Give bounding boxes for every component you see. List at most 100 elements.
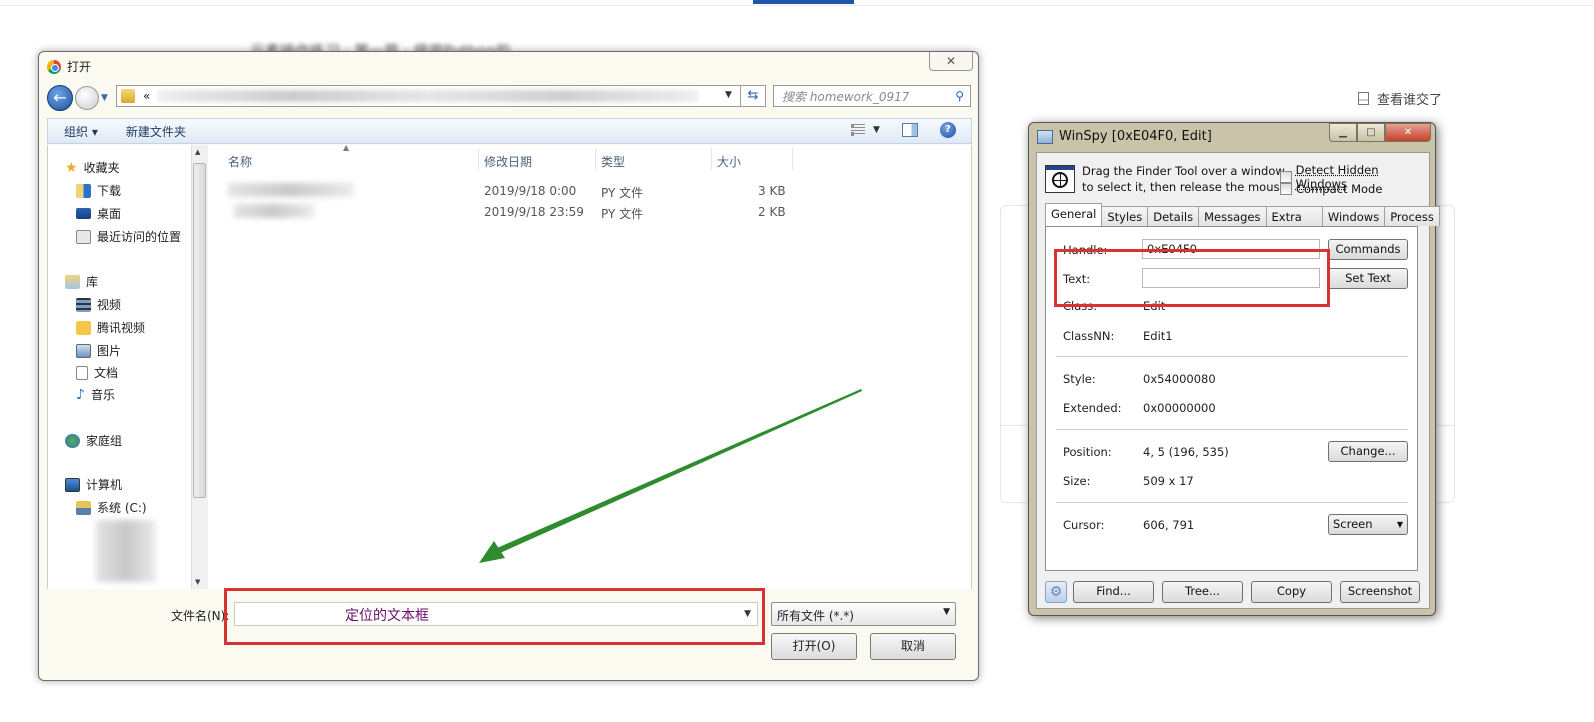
position-label: Position: [1063,445,1112,459]
help-icon[interactable]: ? [939,122,956,138]
tab-extra[interactable]: Extra [1265,206,1323,226]
change-view-button[interactable]: ▼ [851,124,880,136]
breadcrumb-path-blurred [158,90,699,102]
breadcrumb-overflow[interactable]: « [143,89,150,103]
sidebar-item-downloads[interactable]: 下载 [76,182,121,199]
new-folder-button[interactable]: 新建文件夹 [126,123,186,140]
finder-tool[interactable] [1045,165,1075,193]
tab-messages[interactable]: Messages [1198,206,1267,226]
gear-icon[interactable]: ⚙ [1045,581,1067,603]
column-separator[interactable] [792,148,793,170]
winspy-app-icon [1037,129,1053,144]
sidebar-item-desktop[interactable]: 桌面 [76,205,121,222]
search-icon[interactable]: ⚲ [955,89,964,103]
sidebar-item-libraries[interactable]: 库 [65,273,98,290]
recent-places-icon [76,229,91,244]
cursor-mode-value: Screen [1333,517,1373,531]
sidebar-label: 腾讯视频 [97,321,146,335]
winspy-titlebar: WinSpy [0xE04F0, Edit] [1037,129,1212,144]
organize-menu[interactable]: 组织 ▾ [64,123,98,140]
file-row[interactable]: 2019/9/18 0:00 PY 文件 3 KB [220,180,970,201]
tree-button[interactable]: Tree... [1162,581,1243,603]
sort-ascending-icon: ▲ [343,143,350,152]
column-header-size[interactable]: 大小 [717,153,741,170]
scroll-up-icon[interactable]: ▲ [195,148,200,156]
cursor-mode-select[interactable]: Screen ▼ [1328,514,1408,535]
music-icon: ♪ [76,386,85,403]
set-text-button[interactable]: Set Text [1328,268,1408,289]
finder-instructions-line1: Drag the Finder Tool over a window [1082,164,1285,178]
sidebar-item-pictures[interactable]: 图片 [76,342,121,359]
open-button[interactable]: 打开(O) [771,633,857,660]
tab-windows[interactable]: Windows [1321,206,1386,226]
divider [1056,429,1408,430]
file-row[interactable]: 2019/9/18 23:59 PY 文件 2 KB [220,201,970,222]
sidebar-label: 桌面 [97,207,122,221]
column-header-modified[interactable]: 修改日期 [484,153,532,170]
cursor-label: Cursor: [1063,518,1105,532]
column-header-name[interactable]: 名称 [228,153,252,170]
tab-styles[interactable]: Styles [1101,206,1149,226]
chrome-icon [47,59,61,74]
sidebar-item-documents[interactable]: 文档 [76,364,118,381]
column-separator[interactable] [711,148,712,170]
view-submissions-link[interactable]: 查看谁交了 [1358,89,1442,108]
commands-button[interactable]: Commands [1328,239,1408,260]
recent-locations-dropdown-icon[interactable]: ▼ [101,93,108,103]
forward-arrow-icon[interactable] [75,86,99,110]
search-placeholder: 搜索 homework_0917 [782,89,910,104]
desktop-icon [76,208,91,219]
refresh-icon[interactable]: ⇆ [740,85,766,107]
file-type-filter[interactable]: 所有文件 (*.*) ▼ [771,602,956,626]
column-separator[interactable] [595,148,596,170]
column-header-type[interactable]: 类型 [601,153,625,170]
copy-button[interactable]: Copy [1251,581,1332,603]
change-button[interactable]: Change... [1328,441,1408,462]
winspy-window: WinSpy [0xE04F0, Edit] ▁ □ ✕ Drag the Fi… [1028,122,1440,616]
sidebar-item-drive-c[interactable]: 系统 (C:) [76,499,147,516]
search-input[interactable]: 搜索 homework_0917 ⚲ [773,85,971,107]
tab-details[interactable]: Details [1147,206,1200,226]
sidebar-label: 视频 [97,298,122,312]
finder-instructions-line2: to select it, then release the mouse [1082,180,1287,194]
sidebar-scrollbar-thumb[interactable] [193,163,206,498]
sidebar-label: 下载 [97,184,122,198]
back-arrow-icon[interactable]: ← [47,85,73,111]
sidebar-item-music[interactable]: ♪ 音乐 [76,386,115,403]
extended-value: 0x00000000 [1143,401,1216,415]
maximize-icon[interactable]: □ [1357,123,1385,142]
redacted-drives [96,520,156,582]
navigation-pane: ★ 收藏夹 下载 桌面 最近访问的位置 库 视频 腾讯视频 图片 文档 ♪ 音乐… [48,145,208,589]
column-separator[interactable] [478,148,479,170]
cancel-button[interactable]: 取消 [870,633,956,660]
tab-process[interactable]: Process [1384,206,1440,226]
finder-instructions: Drag the Finder Tool over a window to se… [1082,163,1287,195]
close-button[interactable]: ✕ [929,52,973,71]
sidebar-item-computer[interactable]: 计算机 [65,476,122,493]
close-icon[interactable]: ✕ [1385,123,1431,142]
screenshot-button[interactable]: Screenshot [1340,581,1420,603]
annotation-highlight-box [1054,249,1330,307]
classnn-value: Edit1 [1143,329,1173,343]
preview-pane-icon[interactable] [901,123,918,137]
sidebar-item-favorites[interactable]: ★ 收藏夹 [65,159,120,176]
compact-mode-checkbox[interactable]: Compact Mode [1280,182,1382,196]
view-list-icon [851,124,865,136]
sidebar-item-tencent-video[interactable]: 腾讯视频 [76,319,145,336]
scroll-down-icon[interactable]: ▼ [195,578,200,586]
tab-general[interactable]: General [1045,203,1103,226]
sidebar-label: 图片 [97,344,122,358]
divider [1056,502,1408,503]
address-dropdown-icon[interactable]: ▼ [725,90,732,100]
star-icon: ★ [65,159,78,176]
sidebar-label: 最近访问的位置 [97,230,182,244]
file-type-filter-value: 所有文件 (*.*) [777,609,854,623]
sidebar-label: 收藏夹 [83,161,120,175]
sidebar-item-recent-places[interactable]: 最近访问的位置 [76,228,181,245]
sidebar-item-videos[interactable]: 视频 [76,296,121,313]
minimize-icon[interactable]: ▁ [1329,123,1357,142]
sidebar-item-homegroup[interactable]: 家庭组 [65,432,122,449]
find-button[interactable]: Find... [1073,581,1154,603]
address-bar[interactable]: « [116,85,741,107]
extended-label: Extended: [1063,401,1122,415]
